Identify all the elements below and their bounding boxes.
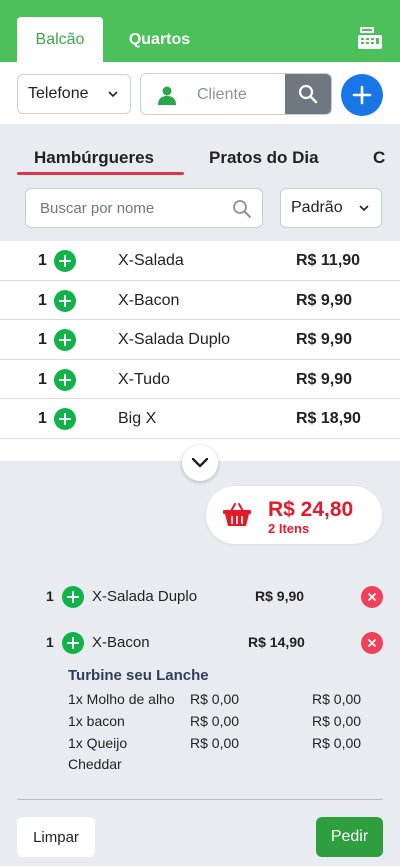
increase-item-icon[interactable]: [62, 586, 84, 608]
order-item: 1 X-Salada Duplo R$ 9,90: [0, 586, 400, 610]
remove-item-button[interactable]: [361, 586, 383, 608]
tab-balcao[interactable]: Balcão: [17, 17, 103, 62]
cart-summary[interactable]: R$ 24,80 2 Itens: [206, 486, 382, 544]
product-qty: 1: [38, 331, 47, 348]
tab-category-partial[interactable]: C: [373, 148, 385, 168]
search-icon: [233, 200, 251, 218]
tab-category-hamburgueres[interactable]: Hambúrgueres: [34, 148, 154, 168]
order-item-name: X-Bacon: [92, 634, 150, 651]
divider: [17, 799, 383, 800]
basket-icon: [223, 503, 251, 526]
extra-name-continued: Cheddar: [68, 756, 122, 772]
close-icon: [368, 639, 376, 647]
active-tab-indicator: [17, 172, 184, 175]
clear-button[interactable]: Limpar: [17, 817, 95, 857]
close-icon: [368, 593, 376, 601]
filter-row: Telefone Cliente: [0, 62, 400, 124]
product-qty: 1: [38, 252, 47, 269]
extra-total: R$ 0,00: [312, 713, 362, 729]
order-item-qty: 1: [46, 634, 54, 650]
add-product-icon[interactable]: [54, 368, 76, 391]
add-product-icon[interactable]: [54, 289, 76, 312]
product-qty: 1: [38, 370, 47, 388]
plus-icon: [352, 85, 372, 105]
cart-total: R$ 24,80: [268, 498, 354, 521]
extra-total: R$ 0,00: [312, 735, 362, 751]
product-row[interactable]: 1 X-Salada R$ 11,90: [0, 241, 400, 281]
extra-unit-price: R$ 0,00: [190, 691, 240, 707]
extra-name: 1x bacon: [68, 713, 125, 729]
order-item-price: R$ 9,90: [255, 588, 305, 604]
product-search-row: Buscar por nome Padrão: [0, 178, 400, 240]
search-icon: [298, 84, 318, 104]
top-bar: Balcão Quartos: [0, 0, 400, 62]
product-name: Big X: [118, 410, 157, 427]
extra-name: 1x Queijo: [68, 735, 128, 751]
extra-name: 1x Molho de alho: [68, 691, 175, 707]
order-item: 1 X-Bacon R$ 14,90: [0, 632, 400, 656]
expand-list-button[interactable]: [182, 445, 218, 481]
product-price: R$ 9,90: [296, 291, 353, 309]
product-name: X-Salada Duplo: [118, 331, 231, 348]
add-product-icon[interactable]: [54, 408, 76, 430]
sort-select-value: Padrão: [291, 199, 343, 216]
remove-item-button[interactable]: [361, 632, 383, 654]
chevron-down-icon: [191, 457, 209, 468]
product-price: R$ 9,90: [296, 331, 353, 348]
extras-title: Turbine seu Lanche: [68, 667, 209, 684]
product-list: 1 X-Salada R$ 11,90 1 X-Bacon R$ 9,90 1 …: [0, 241, 400, 461]
add-product-icon[interactable]: [54, 250, 76, 272]
order-item-qty: 1: [46, 588, 54, 604]
cash-register-icon[interactable]: [356, 24, 384, 52]
order-button[interactable]: Pedir: [316, 817, 383, 857]
client-field[interactable]: Cliente: [140, 73, 332, 115]
chevron-down-icon: [359, 205, 369, 212]
product-row[interactable]: 1 X-Tudo R$ 9,90: [0, 360, 400, 399]
cart-item-count: 2 Itens: [268, 521, 310, 536]
order-item-price: R$ 14,90: [248, 634, 305, 650]
add-product-icon[interactable]: [54, 329, 76, 351]
client-search-button[interactable]: [285, 74, 331, 114]
product-name: X-Tudo: [118, 370, 170, 388]
sort-select[interactable]: Padrão: [280, 188, 382, 228]
tab-quartos[interactable]: Quartos: [112, 17, 207, 62]
channel-select-value: Telefone: [28, 85, 89, 102]
product-qty: 1: [38, 410, 47, 427]
extra-unit-price: R$ 0,00: [190, 735, 240, 751]
product-row[interactable]: 1 X-Salada Duplo R$ 9,90: [0, 320, 400, 360]
channel-select[interactable]: Telefone: [17, 74, 131, 114]
chevron-down-icon: [108, 91, 118, 98]
product-name: X-Bacon: [118, 291, 180, 309]
category-tabs: Hambúrgueres Pratos do Dia C: [0, 124, 400, 178]
order-item-name: X-Salada Duplo: [92, 588, 198, 605]
extra-unit-price: R$ 0,00: [190, 713, 240, 729]
tab-category-pratos-do-dia[interactable]: Pratos do Dia: [209, 148, 319, 168]
product-qty: 1: [38, 291, 47, 309]
extra-total: R$ 0,00: [312, 691, 362, 707]
client-placeholder: Cliente: [197, 86, 247, 103]
product-search-input[interactable]: Buscar por nome: [25, 188, 263, 228]
increase-item-icon[interactable]: [62, 632, 84, 654]
product-row[interactable]: 1 X-Bacon R$ 9,90: [0, 281, 400, 320]
person-icon: [158, 86, 176, 105]
add-client-button[interactable]: [341, 74, 383, 116]
product-price: R$ 18,90: [296, 410, 361, 427]
product-price: R$ 11,90: [296, 252, 361, 269]
product-price: R$ 9,90: [296, 370, 353, 388]
product-row[interactable]: 1 Big X R$ 18,90: [0, 399, 400, 439]
product-name: X-Salada: [118, 252, 184, 269]
product-search-placeholder: Buscar por nome: [40, 200, 155, 217]
